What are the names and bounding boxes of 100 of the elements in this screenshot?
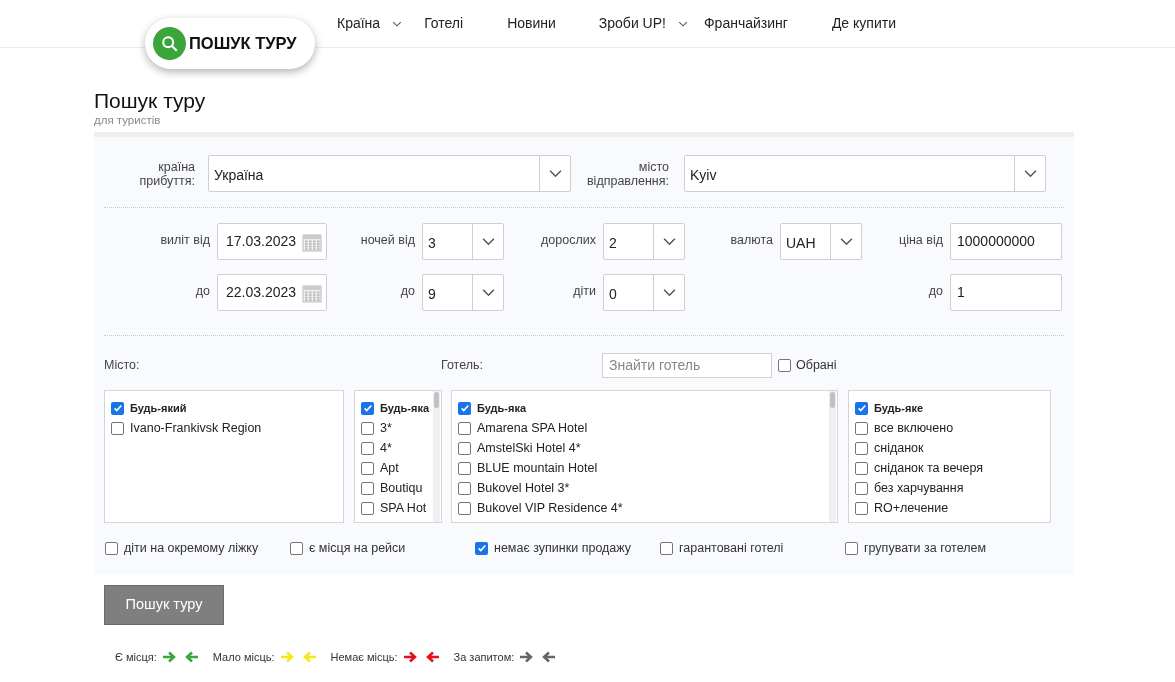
checkbox[interactable] xyxy=(361,481,374,495)
checkbox[interactable] xyxy=(458,481,471,495)
option-label: 3* xyxy=(380,419,392,437)
option-label: 4* xyxy=(380,439,392,457)
option-label: є місця на рейси xyxy=(309,540,406,557)
checkbox[interactable] xyxy=(855,501,868,515)
checkbox[interactable] xyxy=(361,461,374,475)
checkbox[interactable] xyxy=(778,358,791,372)
date-value: 17.03.2023 xyxy=(226,232,298,251)
option-label: сніданок та вечеря xyxy=(874,459,984,477)
field-label: валюта xyxy=(729,231,773,249)
input-field[interactable]: 1 xyxy=(950,274,1062,311)
search-icon xyxy=(160,34,179,53)
checkbox[interactable] xyxy=(458,441,471,455)
input-field[interactable]: 1000000000 xyxy=(950,223,1062,260)
field-label: ночей від xyxy=(359,231,415,249)
checkbox[interactable] xyxy=(458,461,471,475)
option-label: BLUE mountain Hotel xyxy=(477,459,598,477)
checkbox[interactable] xyxy=(855,441,868,455)
chevron-down-icon xyxy=(1023,169,1037,178)
option-label: Будь-яка xyxy=(380,400,430,416)
favorites-label: Обрані xyxy=(796,356,837,374)
checkbox[interactable] xyxy=(458,421,471,435)
select-value: 3 xyxy=(427,233,437,253)
checkbox[interactable] xyxy=(475,541,488,555)
nav-link[interactable]: Зроби UP! xyxy=(598,13,688,34)
option-label: немає зупинки продажу xyxy=(494,540,632,557)
select-field[interactable]: 9 xyxy=(422,274,504,311)
select-field[interactable]: Kyiv xyxy=(684,155,1046,192)
nav-link[interactable]: Де купити xyxy=(831,13,896,34)
nav-link[interactable]: Країна xyxy=(337,13,403,34)
option-label: Amarena SPA Hotel xyxy=(477,419,588,437)
legend-label: За запитом: xyxy=(453,649,515,665)
checkbox[interactable] xyxy=(105,541,118,555)
legend-label: Є місця: xyxy=(115,649,157,665)
checkbox[interactable] xyxy=(458,401,471,415)
field-label: місто відправлення: xyxy=(585,159,669,188)
select-field[interactable]: 0 xyxy=(603,274,685,311)
chevron-down-icon xyxy=(548,169,562,178)
select-field[interactable]: 3 xyxy=(422,223,504,260)
option-label: сніданок xyxy=(874,439,924,457)
option-label: Будь-який xyxy=(130,400,187,416)
field-label: діти xyxy=(572,282,596,300)
page-subtitle: для туристів xyxy=(94,114,162,126)
nav-link[interactable]: Франчайзинг xyxy=(703,13,788,34)
date-field[interactable]: 22.03.2023 xyxy=(217,274,327,311)
select-value: 2 xyxy=(608,233,618,253)
select-value: 0 xyxy=(608,284,618,304)
checkbox[interactable] xyxy=(855,401,868,415)
checkbox[interactable] xyxy=(290,541,303,555)
legend-label: Мало місць: xyxy=(212,649,275,665)
page-title: Пошук туру xyxy=(94,88,207,114)
select-value: Kyiv xyxy=(689,165,718,185)
calendar-icon xyxy=(302,282,322,303)
option-label: Bukovel Hotel 3* xyxy=(477,479,570,497)
checkbox[interactable] xyxy=(855,421,868,435)
nav-link[interactable]: Новини xyxy=(507,13,556,34)
checkbox[interactable] xyxy=(111,421,124,435)
chevron-down-icon xyxy=(481,237,495,246)
select-value: UAH xyxy=(785,233,817,253)
select-field[interactable]: UAH xyxy=(780,223,862,260)
checkbox[interactable] xyxy=(660,541,673,555)
hotel-label: Готель: xyxy=(441,356,484,374)
checkbox[interactable] xyxy=(111,401,124,415)
checkbox[interactable] xyxy=(458,501,471,515)
chevron-down-icon xyxy=(662,288,676,297)
checkbox[interactable] xyxy=(845,541,858,555)
checkbox[interactable] xyxy=(361,501,374,515)
checkbox[interactable] xyxy=(855,481,868,495)
option-label: AmstelSki Hotel 4* xyxy=(477,439,581,457)
checkbox[interactable] xyxy=(361,401,374,415)
option-label: Ivano-Frankivsk Region xyxy=(130,419,262,437)
field-label: до xyxy=(927,282,943,300)
select-field[interactable]: 2 xyxy=(603,223,685,260)
scrollbar[interactable] xyxy=(829,391,836,522)
select-value: Україна xyxy=(213,165,265,185)
field-label: виліт від xyxy=(159,231,210,249)
chevron-down-icon xyxy=(481,288,495,297)
checkbox[interactable] xyxy=(361,421,374,435)
checkbox[interactable] xyxy=(361,441,374,455)
option-label: SPA Hot xyxy=(380,499,427,517)
field-label: дорослих xyxy=(540,231,596,249)
select-field[interactable]: Україна xyxy=(208,155,571,192)
option-label: групувати за готелем xyxy=(864,540,987,557)
select-value: 9 xyxy=(427,284,437,304)
hotel-search-field[interactable]: Знайти готель xyxy=(602,352,772,378)
date-field[interactable]: 17.03.2023 xyxy=(217,223,327,260)
nav-link[interactable]: Готелі xyxy=(424,13,464,34)
scrollbar[interactable] xyxy=(433,391,440,522)
search-tour-button[interactable]: Пошук туру xyxy=(104,584,224,625)
checkbox[interactable] xyxy=(855,461,868,475)
field-label: країна прибуття: xyxy=(138,159,195,188)
option-label: Bukovel VIP Residence 4* xyxy=(477,499,623,517)
city-label: Місто: xyxy=(104,356,141,374)
date-value: 22.03.2023 xyxy=(226,283,298,302)
option-label: діти на окремому ліжку xyxy=(124,540,259,557)
search-tour-logo[interactable]: ПОШУК ТУРУ xyxy=(145,18,315,69)
option-label: гарантовані готелі xyxy=(679,540,784,557)
option-label: без харчування xyxy=(874,479,964,497)
field-label: до xyxy=(194,282,210,300)
